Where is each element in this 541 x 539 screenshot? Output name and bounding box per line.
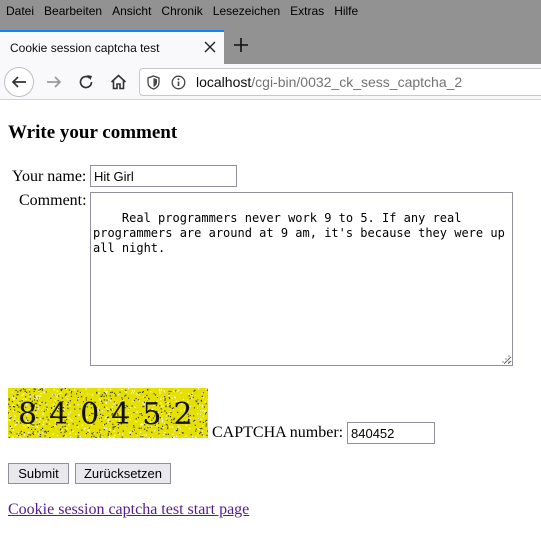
menu-hilfe[interactable]: Hilfe — [329, 0, 363, 22]
submit-button[interactable]: Submit — [8, 463, 69, 484]
url-path: /cgi-bin/0032_ck_sess_captcha_2 — [251, 74, 463, 90]
comment-label: Comment: — [19, 192, 87, 209]
comment-text: Real programmers never work 9 to 5. If a… — [93, 211, 513, 255]
name-label: Your name: — [12, 168, 87, 185]
captcha-input[interactable] — [347, 422, 435, 444]
captcha-image: 840452 — [8, 388, 208, 438]
menu-datei[interactable]: Datei — [0, 0, 39, 22]
page-title: Write your comment — [8, 122, 178, 143]
comment-textarea[interactable]: Real programmers never work 9 to 5. If a… — [90, 192, 513, 366]
url-text: localhost/cgi-bin/0032_ck_sess_captcha_2 — [190, 74, 462, 90]
back-arrow-icon[interactable] — [4, 67, 34, 97]
home-icon[interactable] — [102, 66, 134, 98]
plus-icon[interactable] — [228, 32, 254, 58]
close-icon[interactable] — [196, 41, 224, 56]
url-host: localhost — [196, 74, 252, 90]
tab-active[interactable]: Cookie session captcha test — [0, 30, 224, 64]
menu-chronik[interactable]: Chronik — [156, 0, 207, 22]
reload-icon[interactable] — [70, 66, 102, 98]
nav-bar: localhost/cgi-bin/0032_ck_sess_captcha_2 — [0, 64, 541, 100]
resize-grip-icon[interactable] — [502, 355, 510, 363]
menu-lesezeichen[interactable]: Lesezeichen — [208, 0, 285, 22]
shield-icon[interactable] — [140, 74, 166, 90]
page-content: Write your comment Your name: Comment: R… — [0, 101, 541, 539]
url-bar[interactable]: localhost/cgi-bin/0032_ck_sess_captcha_2 — [139, 68, 541, 96]
menu-extras[interactable]: Extras — [285, 0, 329, 22]
info-icon[interactable] — [166, 75, 190, 90]
captcha-label: CAPTCHA number: — [212, 424, 344, 441]
menu-bar: Datei Bearbeiten Ansicht Chronik Lesezei… — [0, 0, 541, 22]
tab-title: Cookie session captcha test — [10, 41, 160, 55]
menu-bearbeiten[interactable]: Bearbeiten — [39, 0, 107, 22]
name-input[interactable] — [90, 165, 237, 187]
start-page-link[interactable]: Cookie session captcha test start page — [8, 501, 249, 519]
menu-ansicht[interactable]: Ansicht — [107, 0, 156, 22]
captcha-text: 840452 — [18, 397, 205, 432]
tab-bar: Cookie session captcha test — [0, 22, 541, 64]
reset-button[interactable]: Zurücksetzen — [75, 463, 171, 484]
forward-arrow-icon[interactable] — [38, 66, 70, 98]
